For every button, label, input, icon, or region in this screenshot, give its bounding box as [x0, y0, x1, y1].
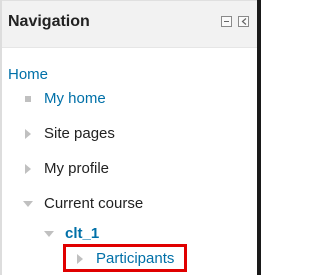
bullet-icon [25, 96, 31, 102]
collapsed-arrow-icon [25, 129, 31, 139]
dock-left-icon[interactable] [238, 16, 249, 27]
minimize-icon[interactable] [221, 16, 232, 27]
block-header: Navigation [2, 0, 257, 48]
nav-item-label: Current course [44, 195, 144, 212]
expanded-arrow-icon [23, 201, 33, 207]
nav-item-label: My home [44, 90, 106, 107]
nav-item-label: My profile [44, 160, 110, 177]
nav-item-label: clt_1 [65, 225, 100, 242]
collapsed-arrow-icon [25, 164, 31, 174]
expanded-arrow-icon [44, 231, 54, 237]
block-title: Navigation [8, 13, 90, 30]
nav-item-label: Site pages [44, 125, 115, 142]
navigation-block: Navigation Home My home Site pages My pr… [0, 0, 261, 275]
nav-home-link[interactable]: Home [8, 66, 48, 83]
participants-highlight-box [63, 244, 187, 272]
